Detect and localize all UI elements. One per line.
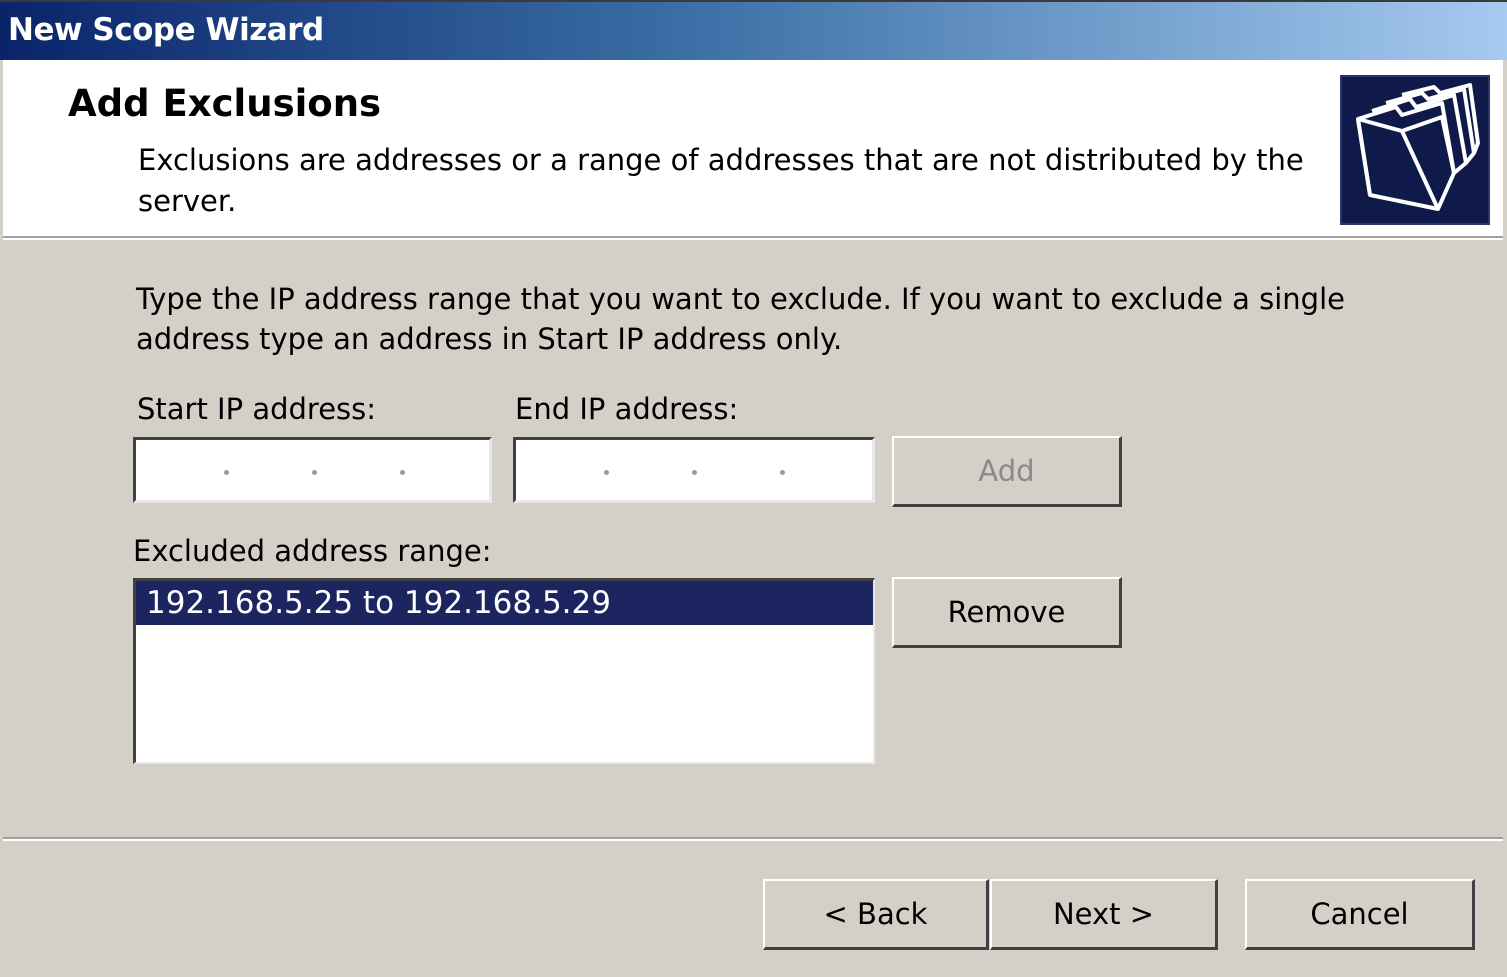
excluded-range-label: Excluded address range: [133,534,492,568]
title-bar[interactable]: New Scope Wizard [0,0,1507,60]
wizard-header: Add Exclusions Exclusions are addresses … [3,60,1503,236]
next-button[interactable]: Next > [990,879,1218,950]
footer-separator [3,837,1503,841]
page-title: Add Exclusions [68,82,382,125]
start-ip-label: Start IP address: [137,392,377,426]
ip-octet-separator [692,470,697,475]
excluded-range-list[interactable]: 192.168.5.25 to 192.168.5.29 [133,578,875,764]
header-separator [3,236,1503,240]
start-ip-input[interactable] [133,437,492,503]
ip-octet-separator [224,470,229,475]
ip-octet-separator [312,470,317,475]
remove-button[interactable]: Remove [892,577,1122,648]
list-item[interactable]: 192.168.5.25 to 192.168.5.29 [136,581,873,625]
ip-octet-separator [400,470,405,475]
new-scope-wizard-window: New Scope Wizard Add Exclusions Exclusio… [0,0,1507,977]
end-ip-label: End IP address: [515,392,739,426]
window-title: New Scope Wizard [8,12,324,48]
add-button[interactable]: Add [892,436,1122,507]
back-button[interactable]: < Back [763,879,989,950]
ip-octet-separator [780,470,785,475]
page-description: Exclusions are addresses or a range of a… [138,143,1304,218]
end-ip-input[interactable] [513,437,875,503]
folders-icon [1340,75,1490,225]
cancel-button[interactable]: Cancel [1245,879,1475,950]
ip-octet-separator [604,470,609,475]
instructions-text: Type the IP address range that you want … [136,282,1345,356]
